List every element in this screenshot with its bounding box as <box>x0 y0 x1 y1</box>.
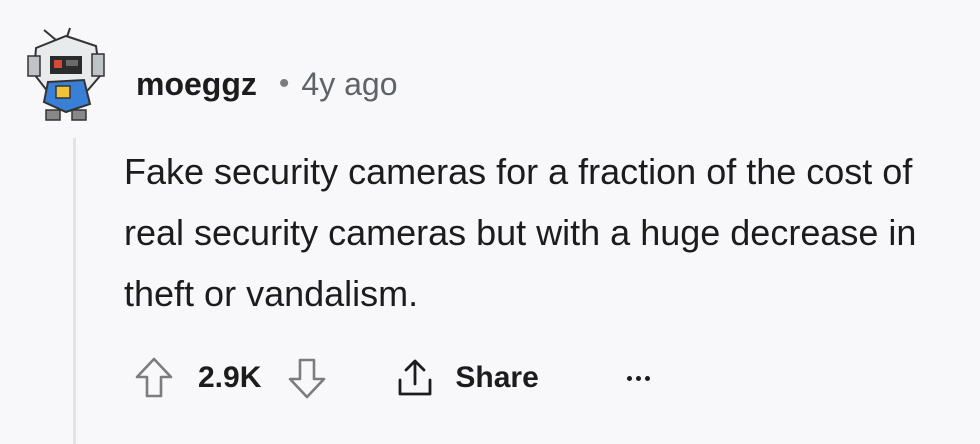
vote-count: 2.9K <box>198 361 262 394</box>
more-dots-icon <box>626 375 632 381</box>
comment: moeggz • 4y ago Fake security cameras fo… <box>0 0 980 444</box>
comment-body: Fake security cameras for a fraction of … <box>124 151 917 314</box>
share-button[interactable]: Share <box>395 356 539 400</box>
thread-line[interactable] <box>73 138 76 444</box>
upvote-arrow-icon <box>134 356 174 400</box>
more-dots-icon <box>644 375 650 381</box>
timestamp[interactable]: 4y ago <box>301 66 397 103</box>
share-icon <box>395 356 435 400</box>
more-dots-icon <box>635 375 641 381</box>
comment-actions: 2.9K Share <box>134 354 650 402</box>
comment-header: moeggz • 4y ago <box>136 62 397 106</box>
separator-dot: • <box>278 67 290 100</box>
avatar[interactable] <box>26 26 106 126</box>
upvote-button[interactable] <box>134 356 174 400</box>
robot-avatar-icon <box>27 27 105 121</box>
more-options-button[interactable] <box>626 375 650 381</box>
share-label: Share <box>455 361 539 394</box>
username[interactable]: moeggz <box>136 66 257 103</box>
downvote-arrow-icon <box>287 356 327 400</box>
downvote-button[interactable] <box>287 356 327 400</box>
